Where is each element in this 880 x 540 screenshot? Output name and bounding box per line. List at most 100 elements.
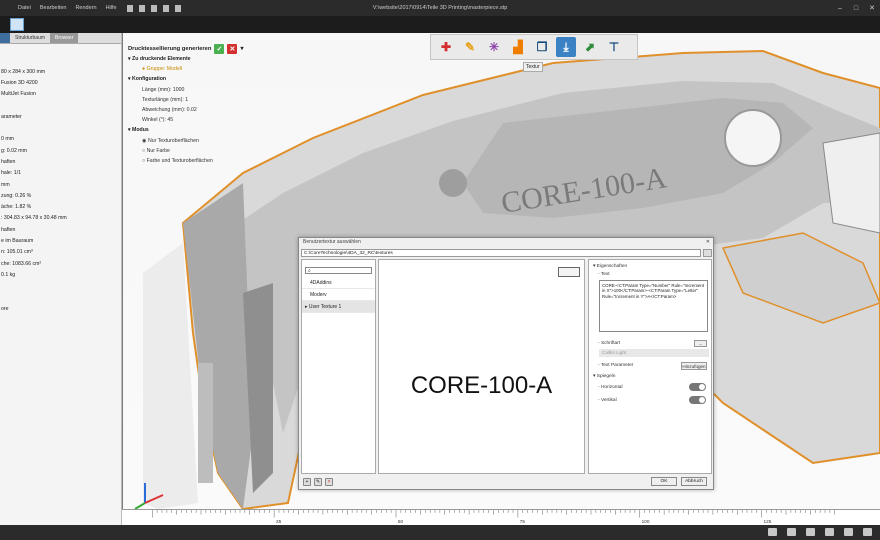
sparkle-icon[interactable]: ✳	[484, 37, 504, 57]
props-header[interactable]: ▾ Eigenschaften	[589, 263, 711, 271]
chevron-down-icon[interactable]: ▾	[240, 46, 243, 52]
save-icon[interactable]	[150, 4, 157, 12]
list-item-user-texture-1[interactable]: ▸ User Texture 1	[302, 301, 375, 313]
tool-icon[interactable]: ⊤	[604, 37, 624, 57]
config-line[interactable]: Länge (mm): 1000	[128, 85, 298, 95]
mode-option[interactable]: ○ Nur Farbe	[128, 146, 298, 156]
font-field-row: Calibri Light	[589, 348, 711, 359]
property-line: hale: 1/1	[1, 170, 21, 177]
folder-icon[interactable]	[138, 4, 145, 12]
property-line: MultiJet Fusion	[1, 91, 36, 98]
dialog-close-icon[interactable]: ✕	[706, 238, 710, 246]
list-item-4daddins[interactable]: 4DAddins	[302, 277, 375, 289]
copy-icon[interactable]: ❐	[532, 37, 552, 57]
floating-toolbar: ✚ ✎ ✳ ▟ ❐ ⤓ ⬈ ⊤	[430, 34, 638, 60]
property-line: haften	[1, 158, 16, 165]
vertical-toggle[interactable]	[689, 396, 706, 404]
font-row: - Schriftart ...	[589, 340, 711, 348]
section-config-label: Konfiguration	[132, 76, 167, 83]
camera-icon[interactable]	[825, 528, 834, 536]
params-row: - Text Parameter Hinzufügen	[598, 362, 707, 370]
menu-bearbeiten[interactable]: Bearbeiten	[40, 5, 67, 11]
property-line: : 304.83 x 94.78 x 30.48 mm	[1, 215, 67, 222]
window-controls: – □ ✕	[832, 0, 880, 16]
horizontal-row: - Horizontal	[589, 381, 711, 394]
font-picker-button[interactable]: ...	[694, 340, 707, 347]
add-icon[interactable]: ✚	[436, 37, 456, 57]
texture-icon[interactable]: ⤓	[556, 37, 576, 57]
edit-icon[interactable]: ✎	[314, 478, 322, 486]
list-item-moderv[interactable]: Moderv	[302, 289, 375, 301]
cancel-icon[interactable]: ✕	[227, 44, 238, 54]
config-line[interactable]: Texturlänge (mm): 1	[128, 95, 298, 105]
menu-rendern[interactable]: Rendern	[75, 5, 96, 11]
window-icon[interactable]	[844, 528, 853, 536]
menu-datei[interactable]: Datei	[18, 5, 31, 11]
dialog-footer: + ✎ × OK Abbruch	[301, 476, 712, 488]
font-field[interactable]: Calibri Light	[599, 349, 709, 357]
mirror-header[interactable]: ▾ Spiegeln	[589, 373, 711, 381]
property-line: g: 0.02 mm	[1, 147, 27, 154]
export-icon[interactable]: ⬈	[580, 37, 600, 57]
vertical-label: Vertikal	[600, 398, 617, 403]
property-line: arameter	[1, 113, 22, 120]
properties-list: 80 x 284 x 300 mm Fusion 3D 4200 MultiJet …	[0, 44, 121, 315]
redo-icon[interactable]	[174, 4, 181, 12]
property-line	[0, 293, 121, 304]
document-tab[interactable]	[10, 18, 24, 31]
mode-label: Nur Texturoberflächen	[147, 137, 199, 144]
font-label: Schriftart	[600, 341, 621, 346]
search-input[interactable]: ⌕	[305, 267, 372, 274]
config-line[interactable]: Winkel (°): 45	[128, 115, 298, 125]
minimize-icon[interactable]: –	[832, 0, 848, 16]
delete-icon[interactable]: ×	[325, 478, 333, 486]
path-field[interactable]: C:\CoreTechnologie\4DA_32_RC\textures	[301, 249, 701, 257]
tab-browser[interactable]: Browser	[50, 33, 79, 43]
section-elements[interactable]: ▾ Zu druckende Elemente	[128, 54, 298, 64]
config-line[interactable]: Abweichung (mm): 0.02	[128, 105, 298, 115]
menu-bar: Datei Bearbeiten Rendern Hilfe	[0, 5, 117, 11]
property-line: ore	[1, 305, 9, 312]
shading-icon[interactable]	[806, 528, 815, 536]
brush-icon[interactable]: ✎	[460, 37, 480, 57]
mode-option[interactable]: ○ Farbe und Texturoberflächen	[128, 156, 298, 166]
browse-folder-button[interactable]	[703, 249, 712, 257]
section-config[interactable]: ▾ Konfiguration	[128, 74, 298, 84]
vertical-row: - Vertikal	[589, 394, 711, 407]
property-line: Fusion 3D 4200	[1, 79, 38, 86]
property-line	[0, 123, 121, 134]
property-line: mm	[1, 181, 10, 188]
tab-structure-tree[interactable]: Strukturbaum	[10, 33, 50, 43]
maximize-icon[interactable]: □	[848, 0, 864, 16]
dialog-title-bar: Benutzertextur auswählen ✕	[299, 238, 713, 246]
cancel-button[interactable]: Abbruch	[681, 477, 707, 486]
tab-properties[interactable]	[0, 33, 10, 43]
params-label: Text Parameter	[600, 363, 634, 368]
document-tab-row	[0, 16, 880, 33]
add-parameter-button[interactable]: Hinzufügen	[681, 362, 707, 370]
mode-option[interactable]: ◉ Nur Texturoberflächen	[128, 136, 298, 146]
view-icon[interactable]	[787, 528, 796, 536]
section-mode[interactable]: ▾ Modus	[128, 125, 298, 135]
status-bar	[0, 525, 880, 540]
undo-icon[interactable]	[162, 4, 169, 12]
title-bar: Datei Bearbeiten Rendern Hilfe V:\websit…	[0, 0, 880, 16]
mirror-label: Spiegeln	[596, 374, 616, 379]
settings-icon[interactable]	[863, 528, 872, 536]
filter-icon[interactable]	[768, 528, 777, 536]
add-texture-icon[interactable]: +	[303, 478, 311, 486]
close-icon[interactable]: ✕	[864, 0, 880, 16]
chart-icon[interactable]: ▟	[508, 37, 528, 57]
open-icon[interactable]	[126, 4, 133, 12]
property-line: 0 mm	[1, 136, 14, 143]
menu-hilfe[interactable]: Hilfe	[106, 5, 117, 11]
ok-button[interactable]: OK	[651, 477, 677, 486]
confirm-icon[interactable]: ✓	[214, 44, 225, 54]
text-textarea[interactable]: CORE-<CT:Param Type="Number" Rule="Incre…	[599, 280, 708, 332]
mode-label: Nur Farbe	[146, 147, 170, 154]
group-item[interactable]: ● Gruppe: Modell	[128, 64, 298, 74]
preview-mode-button[interactable]	[558, 267, 580, 277]
property-line	[0, 55, 121, 66]
horizontal-toggle[interactable]	[689, 383, 706, 391]
property-line: 0.1 kg	[1, 271, 16, 278]
